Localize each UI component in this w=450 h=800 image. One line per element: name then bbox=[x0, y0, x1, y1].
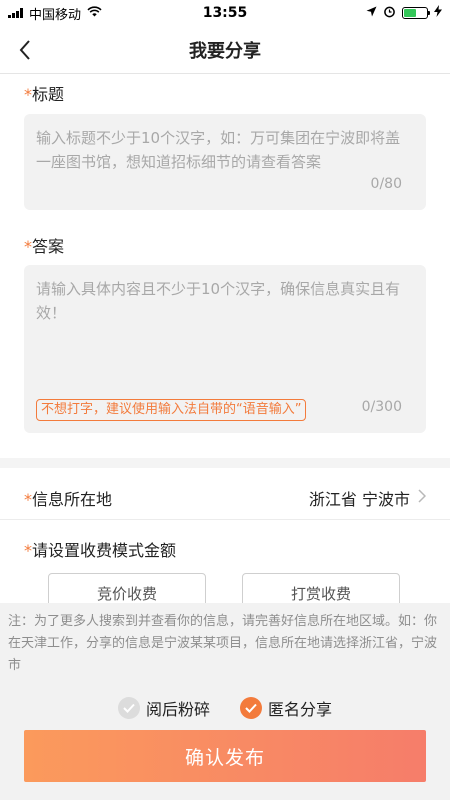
title-input[interactable]: 输入标题不少于10个汉字，如：万可集团在宁波即将盖一座图书馆，想知道招标细节的请… bbox=[24, 114, 426, 210]
fee-label: *请设置收费模式金额 bbox=[0, 537, 200, 561]
back-icon[interactable] bbox=[10, 34, 40, 66]
page-title: 我要分享 bbox=[189, 40, 261, 62]
alarm-icon bbox=[383, 5, 396, 22]
checkbox-checked-icon bbox=[240, 697, 262, 719]
bottom-panel: 注：为了更多人搜索到并查看你的信息，请完善好信息所在地区域。如：你在天津工作，分… bbox=[0, 603, 450, 800]
anonymous-share-label: 匿名分享 bbox=[268, 700, 333, 719]
location-label: *信息所在地 bbox=[24, 486, 112, 510]
location-row[interactable]: *信息所在地 浙江省 宁波市 bbox=[0, 476, 450, 520]
required-mark: * bbox=[24, 541, 32, 560]
answer-char-counter: 0/300 bbox=[361, 399, 402, 415]
checkbox-unchecked-icon bbox=[117, 697, 140, 719]
answer-placeholder: 请输入具体内容且不少于10个汉字，确保信息真实且有效！ bbox=[36, 280, 401, 322]
navigation-bar: 我要分享 bbox=[0, 26, 450, 74]
fee-label-text: 请设置收费模式金额 bbox=[32, 541, 177, 560]
title-label-text: 标题 bbox=[32, 85, 65, 104]
chevron-right-icon bbox=[418, 488, 427, 507]
answer-input[interactable]: 请输入具体内容且不少于10个汉字，确保信息真实且有效！ 不想打字，建议使用输入法… bbox=[24, 265, 426, 433]
burn-after-reading-option[interactable]: 阅后粉碎 bbox=[117, 696, 210, 720]
signal-icon bbox=[8, 8, 23, 18]
location-arrow-icon bbox=[366, 6, 377, 21]
location-label-text: 信息所在地 bbox=[32, 489, 113, 509]
status-bar: 中国移动 13:55 bbox=[0, 0, 450, 26]
answer-label-text: 答案 bbox=[32, 237, 65, 256]
status-left: 中国移动 bbox=[8, 4, 102, 23]
carrier-name: 中国移动 bbox=[29, 7, 82, 23]
location-value: 浙江省 宁波市 bbox=[308, 486, 427, 510]
required-mark: * bbox=[24, 489, 32, 509]
location-value-text: 浙江省 宁波市 bbox=[308, 489, 410, 509]
status-right bbox=[366, 5, 442, 22]
required-mark: * bbox=[24, 85, 32, 104]
title-char-counter: 0/80 bbox=[370, 176, 402, 192]
burn-after-reading-label: 阅后粉碎 bbox=[145, 700, 210, 719]
title-label: *标题 bbox=[0, 81, 88, 105]
answer-label: *答案 bbox=[0, 233, 88, 257]
share-options: 阅后粉碎 匿名分享 bbox=[0, 696, 450, 720]
charging-icon bbox=[434, 5, 442, 21]
battery-icon bbox=[402, 7, 430, 19]
location-note: 注：为了更多人搜索到并查看你的信息，请完善好信息所在地区域。如：你在天津工作，分… bbox=[8, 614, 438, 673]
wifi-icon bbox=[87, 5, 102, 21]
required-mark: * bbox=[24, 237, 32, 256]
anonymous-share-option[interactable]: 匿名分享 bbox=[240, 696, 332, 720]
section-divider bbox=[0, 458, 450, 468]
voice-input-hint: 不想打字，建议使用输入法自带的“语音输入” bbox=[36, 399, 307, 421]
confirm-publish-button[interactable]: 确认发布 bbox=[24, 730, 426, 782]
title-placeholder: 输入标题不少于10个汉字，如：万可集团在宁波即将盖一座图书馆，想知道招标细节的请… bbox=[36, 129, 401, 171]
